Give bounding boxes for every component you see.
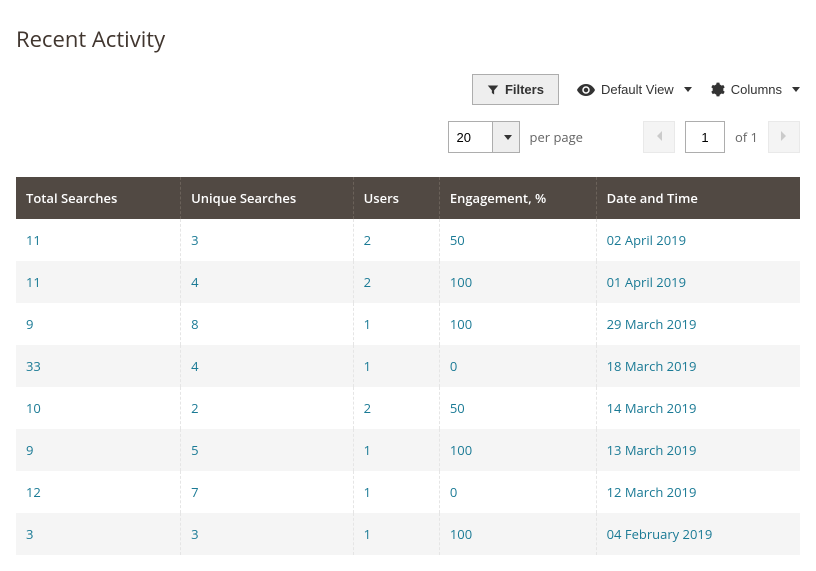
cell-total: 33	[16, 345, 181, 387]
cell-users: 1	[353, 513, 439, 555]
table-row[interactable]: 114210001 April 2019	[16, 261, 800, 303]
grid-toolbar: Filters Default View Columns	[16, 74, 800, 105]
filters-label: Filters	[505, 82, 544, 97]
cell-users: 1	[353, 429, 439, 471]
col-unique-searches[interactable]: Unique Searches	[181, 177, 353, 219]
current-page-input[interactable]	[685, 121, 725, 153]
cell-total: 11	[16, 261, 181, 303]
gear-icon	[710, 82, 725, 97]
per-page-input[interactable]	[448, 121, 492, 153]
filters-button[interactable]: Filters	[472, 74, 559, 105]
chevron-down-icon	[504, 135, 512, 140]
col-users[interactable]: Users	[353, 177, 439, 219]
cell-date: 04 February 2019	[596, 513, 800, 555]
page-title: Recent Activity	[16, 24, 800, 54]
default-view-button[interactable]: Default View	[577, 82, 692, 97]
table-row[interactable]: 33110004 February 2019	[16, 513, 800, 555]
cell-engagement: 100	[439, 429, 596, 471]
cell-engagement: 50	[439, 387, 596, 429]
per-page-label: per page	[530, 128, 583, 146]
cell-date: 14 March 2019	[596, 387, 800, 429]
cell-date: 29 March 2019	[596, 303, 800, 345]
cell-date: 02 April 2019	[596, 219, 800, 261]
per-page-dropdown[interactable]	[492, 121, 520, 153]
cell-total: 11	[16, 219, 181, 261]
cell-users: 1	[353, 303, 439, 345]
cell-engagement: 100	[439, 261, 596, 303]
table-row[interactable]: 10225014 March 2019	[16, 387, 800, 429]
table-row[interactable]: 1271012 March 2019	[16, 471, 800, 513]
col-date-time[interactable]: Date and Time	[596, 177, 800, 219]
cell-engagement: 0	[439, 471, 596, 513]
cell-unique: 4	[181, 261, 353, 303]
cell-total: 9	[16, 303, 181, 345]
cell-total: 12	[16, 471, 181, 513]
cell-total: 3	[16, 513, 181, 555]
cell-unique: 4	[181, 345, 353, 387]
cell-unique: 3	[181, 513, 353, 555]
col-engagement[interactable]: Engagement, %	[439, 177, 596, 219]
total-pages-label: of 1	[735, 128, 758, 146]
cell-unique: 5	[181, 429, 353, 471]
cell-engagement: 0	[439, 345, 596, 387]
default-view-label: Default View	[601, 82, 674, 97]
activity-table: Total Searches Unique Searches Users Eng…	[16, 177, 800, 555]
cell-users: 2	[353, 261, 439, 303]
per-page-control	[448, 121, 520, 153]
table-row[interactable]: 98110029 March 2019	[16, 303, 800, 345]
cell-unique: 2	[181, 387, 353, 429]
table-row[interactable]: 95110013 March 2019	[16, 429, 800, 471]
table-header-row: Total Searches Unique Searches Users Eng…	[16, 177, 800, 219]
columns-button[interactable]: Columns	[710, 82, 800, 97]
col-total-searches[interactable]: Total Searches	[16, 177, 181, 219]
chevron-left-icon	[655, 130, 663, 145]
cell-date: 18 March 2019	[596, 345, 800, 387]
funnel-icon	[487, 84, 499, 96]
cell-engagement: 50	[439, 219, 596, 261]
columns-label: Columns	[731, 82, 782, 97]
cell-date: 12 March 2019	[596, 471, 800, 513]
cell-total: 10	[16, 387, 181, 429]
cell-engagement: 100	[439, 513, 596, 555]
table-row[interactable]: 11325002 April 2019	[16, 219, 800, 261]
cell-users: 1	[353, 345, 439, 387]
pagination-bar: per page of 1	[16, 121, 800, 153]
cell-users: 2	[353, 387, 439, 429]
chevron-down-icon	[684, 87, 692, 92]
cell-users: 1	[353, 471, 439, 513]
cell-users: 2	[353, 219, 439, 261]
cell-unique: 7	[181, 471, 353, 513]
prev-page-button[interactable]	[643, 121, 675, 153]
cell-total: 9	[16, 429, 181, 471]
cell-engagement: 100	[439, 303, 596, 345]
cell-unique: 8	[181, 303, 353, 345]
cell-unique: 3	[181, 219, 353, 261]
table-row[interactable]: 3341018 March 2019	[16, 345, 800, 387]
chevron-down-icon	[792, 87, 800, 92]
cell-date: 13 March 2019	[596, 429, 800, 471]
cell-date: 01 April 2019	[596, 261, 800, 303]
next-page-button[interactable]	[768, 121, 800, 153]
eye-icon	[577, 84, 595, 96]
chevron-right-icon	[780, 130, 788, 145]
